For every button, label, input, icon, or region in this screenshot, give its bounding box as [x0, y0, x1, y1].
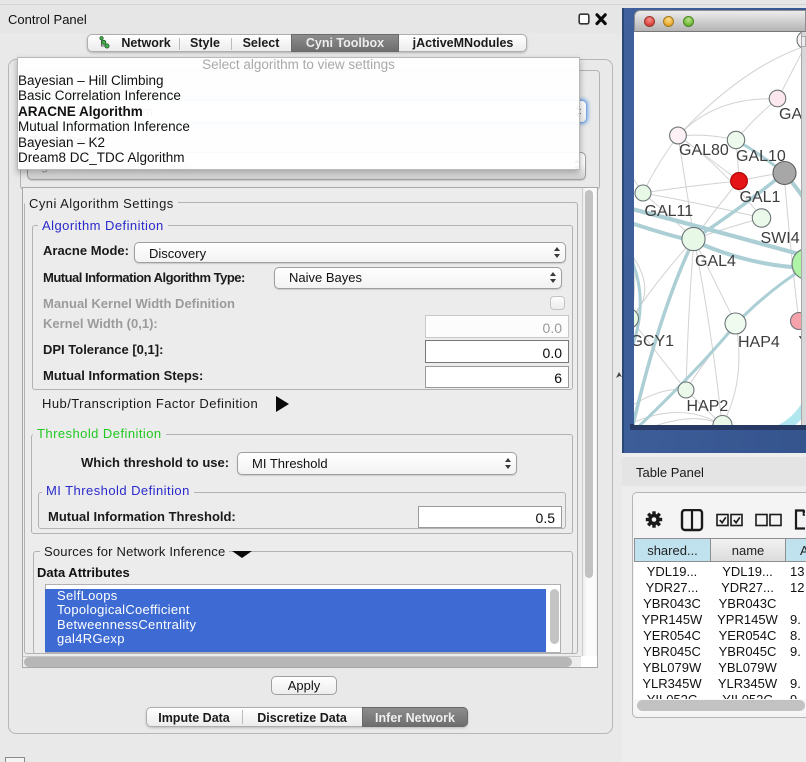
svg-text:GAL11: GAL11 [645, 203, 694, 220]
svg-text:GCY1: GCY1 [634, 333, 674, 350]
svg-text:GAL4: GAL4 [695, 253, 736, 270]
svg-text:GAL10: GAL10 [736, 148, 786, 165]
svg-text:SWI4: SWI4 [761, 230, 800, 247]
svg-text:GAL80: GAL80 [679, 142, 729, 159]
svg-text:GAL1: GAL1 [740, 189, 781, 206]
svg-text:HAP2: HAP2 [687, 398, 729, 415]
svg-text:HAP4: HAP4 [738, 334, 780, 351]
